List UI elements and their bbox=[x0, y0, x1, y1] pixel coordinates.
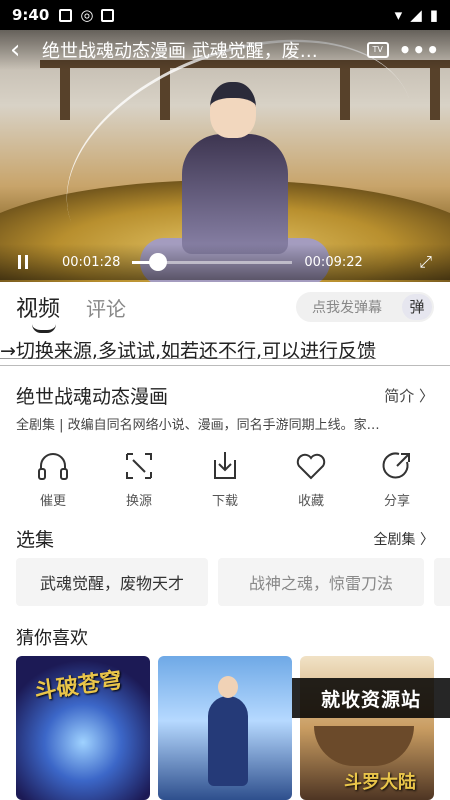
action-label: 收藏 bbox=[297, 494, 324, 509]
action-bar: 催更 换源 下载 收藏 分享 bbox=[0, 448, 450, 518]
status-bar: 9:40 ◎ ▾ ◢ ▮ bbox=[0, 0, 450, 30]
source-notice-text: →切换来源,多试试,如若还不行,可以进行反馈 bbox=[0, 340, 377, 362]
more-icon[interactable]: ••• bbox=[399, 38, 440, 62]
app-notification-icon bbox=[101, 8, 115, 22]
tab-comments[interactable]: 评论 bbox=[86, 293, 126, 322]
favorite-button[interactable]: 收藏 bbox=[276, 448, 346, 518]
source-notice[interactable]: →切换来源,多试试,如若还不行,可以进行反馈 bbox=[0, 336, 450, 366]
status-time: 9:40 bbox=[12, 6, 50, 24]
player-controls: 00:01:28 00:09:22 ⤢ bbox=[0, 244, 450, 280]
poster-ship-art bbox=[314, 726, 414, 766]
recommend-heading: 猜你喜欢 bbox=[16, 628, 88, 649]
show-description: 全剧集 | 改编自同名网络小说、漫画，同名手游同期上线。家… bbox=[16, 418, 380, 433]
action-label: 下载 bbox=[211, 494, 238, 509]
seek-thumb[interactable] bbox=[148, 252, 167, 271]
danmaku-toggle-button[interactable]: 弹 bbox=[402, 294, 432, 320]
switch-source-button[interactable]: 换源 bbox=[104, 448, 174, 518]
episode-chip[interactable]: 武魂觉醒，废物天才 bbox=[16, 558, 209, 606]
danmaku-input[interactable]: 点我发弹幕 弹 bbox=[296, 292, 434, 322]
back-icon[interactable]: ‹ bbox=[10, 37, 34, 63]
headphones-icon bbox=[38, 453, 68, 480]
video-player[interactable]: ‹ 绝世战魂动态漫画 武魂觉醒，废… TV ••• 00:01:28 00:09… bbox=[0, 30, 450, 282]
tab-video[interactable]: 视频 bbox=[16, 291, 60, 333]
action-label: 催更 bbox=[39, 494, 66, 509]
episode-chip[interactable]: 战神之魂，惊雷刀法 bbox=[218, 558, 425, 606]
current-time: 00:01:28 bbox=[62, 254, 121, 270]
battery-icon: ▮ bbox=[429, 6, 438, 24]
fullscreen-icon[interactable]: ⤢ bbox=[419, 252, 432, 272]
episodes-heading: 选集 bbox=[16, 529, 55, 551]
action-label: 分享 bbox=[383, 494, 410, 509]
tv-cast-icon[interactable]: TV bbox=[366, 42, 389, 58]
poster-character-art bbox=[208, 676, 248, 786]
wifi-icon: ▾ bbox=[394, 6, 403, 24]
all-episodes-link[interactable]: 全剧集 〉 bbox=[374, 529, 434, 549]
share-icon bbox=[382, 452, 410, 479]
poster-title-art: 斗破苍穹 bbox=[32, 666, 124, 705]
recommend-poster[interactable]: 斗破苍穹 bbox=[16, 656, 150, 800]
video-title: 绝世战魂动态漫画 武魂觉醒，废… bbox=[42, 41, 318, 62]
intro-link[interactable]: 简介 〉 bbox=[384, 385, 434, 406]
pause-icon[interactable] bbox=[18, 255, 32, 269]
watermark-badge: 就收资源站 bbox=[292, 678, 450, 718]
total-time: 00:09:22 bbox=[304, 254, 363, 270]
gallery-icon bbox=[59, 8, 73, 22]
episode-chip-partial[interactable] bbox=[434, 558, 450, 606]
share-button[interactable]: 分享 bbox=[362, 448, 432, 518]
switch-source-icon bbox=[126, 453, 152, 479]
action-label: 换源 bbox=[125, 494, 152, 509]
request-update-button[interactable]: 催更 bbox=[18, 448, 88, 518]
weibo-icon: ◎ bbox=[80, 6, 94, 24]
download-icon bbox=[214, 452, 236, 479]
seek-bar[interactable] bbox=[132, 252, 293, 271]
poster-title-art: 斗罗大陆 bbox=[344, 772, 416, 793]
heart-icon bbox=[296, 453, 326, 480]
danmaku-placeholder: 点我发弹幕 bbox=[312, 300, 382, 316]
signal-icon: ◢ bbox=[410, 6, 422, 24]
episode-list: 武魂觉醒，废物天才 战神之魂，惊雷刀法 bbox=[16, 558, 450, 606]
player-top-bar: ‹ 绝世战魂动态漫画 武魂觉醒，废… TV ••• bbox=[0, 30, 450, 70]
download-button[interactable]: 下载 bbox=[190, 448, 260, 518]
show-title: 绝世战魂动态漫画 bbox=[16, 386, 169, 408]
recommend-poster[interactable] bbox=[158, 656, 292, 800]
tabs-row: 视频 评论 点我发弹幕 弹 bbox=[0, 282, 450, 333]
